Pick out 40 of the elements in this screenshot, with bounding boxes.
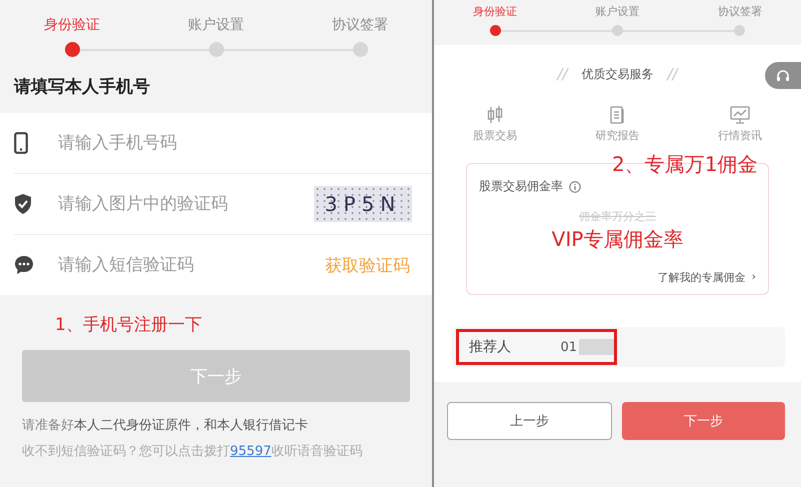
hint-text: 请准备好本人二代身份证原件，和本人银行借记卡 <box>22 417 308 434</box>
info-icon[interactable] <box>569 180 581 192</box>
phone-link[interactable]: 95597 <box>230 444 272 459</box>
section-title: 请填写本人手机号 <box>14 77 150 97</box>
service-item[interactable]: 研究报告 <box>556 105 679 143</box>
headset-icon <box>776 68 790 82</box>
chat-bubble-icon <box>14 255 34 275</box>
annotation-text: 2、专属万1佣金 <box>612 151 758 178</box>
vip-rate-text: VIP专属佣金率 <box>552 226 684 253</box>
annotation-text: 1、手机号注册一下 <box>55 314 202 336</box>
service-item[interactable]: 行情资讯 <box>678 105 801 143</box>
old-rate-text: 佣金率万分之三 <box>579 209 656 224</box>
section-title: 优质交易服务 <box>582 66 654 82</box>
step-label: 协议签署 <box>718 4 762 20</box>
shield-check-icon <box>14 194 32 214</box>
commission-link[interactable]: 了解我的专属佣金 › <box>658 270 756 285</box>
input-field[interactable]: 请输入短信验证码 <box>58 250 325 280</box>
input-field[interactable]: 请输入手机号码 <box>58 128 410 158</box>
get-code-button[interactable]: 获取验证码 <box>325 254 410 276</box>
step-label: 账户设置 <box>188 16 244 35</box>
card-title: 股票交易佣金率 <box>479 178 563 195</box>
step-label: 身份验证 <box>44 16 100 35</box>
back-button[interactable]: 上一步 <box>447 402 612 440</box>
step-label: 协议签署 <box>332 16 388 35</box>
phone-icon <box>14 132 28 154</box>
referrer-value: 01 <box>560 340 577 354</box>
referrer-label: 推荐人 <box>469 338 512 356</box>
decorative-slashes: // <box>557 65 568 83</box>
document-icon <box>608 105 626 125</box>
step-label: 身份验证 <box>473 4 518 20</box>
help-text: 收不到短信验证码？您可以点击拨打95597收听语音验证码 <box>22 443 362 460</box>
monitor-chart-icon <box>728 105 751 125</box>
headset-button[interactable] <box>765 62 801 89</box>
step-label: 账户设置 <box>595 4 640 20</box>
input-field[interactable]: 请输入图片中的验证码 <box>58 189 314 219</box>
redaction-mark <box>578 339 614 355</box>
next-button[interactable]: 下一步 <box>622 402 785 440</box>
captcha-image[interactable]: 3P5N <box>314 186 412 222</box>
service-item[interactable]: 股票交易 <box>434 105 556 143</box>
decorative-slashes: // <box>668 65 678 83</box>
